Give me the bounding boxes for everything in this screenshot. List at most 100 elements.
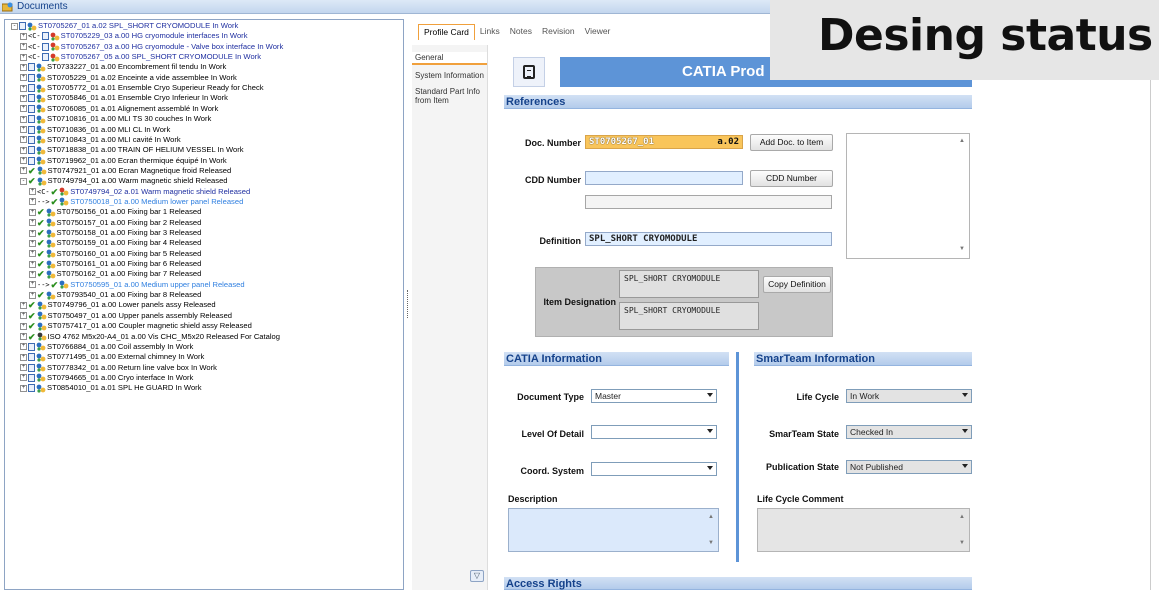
tree-row[interactable]: + ST0854010_01 a.01 SPL He GUARD In Work: [20, 383, 202, 393]
cdd-extra-field[interactable]: [585, 195, 832, 209]
expand-icon[interactable]: +: [29, 281, 36, 289]
expand-icon[interactable]: +: [20, 84, 27, 92]
nav-scroll-down-icon[interactable]: ▽: [470, 570, 484, 582]
expand-icon[interactable]: +: [20, 301, 27, 309]
item-designation-field-1[interactable]: SPL_SHORT CRYOMODULE: [619, 270, 759, 298]
expand-icon[interactable]: +: [29, 291, 36, 299]
right-scrollbar[interactable]: [1150, 80, 1159, 590]
tree-row[interactable]: + ✔ ST0750157_01 a.00 Fixing bar 2 Release…: [29, 218, 201, 228]
expand-icon[interactable]: +: [20, 32, 27, 40]
add-doc-to-item-button[interactable]: Add Doc. to Item: [750, 134, 833, 151]
coord-system-select[interactable]: [591, 462, 717, 476]
tab-viewer[interactable]: Viewer: [580, 24, 616, 40]
tree-row[interactable]: + <C- ✔ ST0749794_02 a.01 Warm magnetic shi…: [29, 187, 250, 197]
tree-row[interactable]: + ST0733227_01 a.00 Encombrement fil tend…: [20, 62, 226, 72]
expand-icon[interactable]: +: [20, 63, 27, 71]
expand-icon[interactable]: +: [20, 115, 27, 123]
tree-row[interactable]: + ST0710843_01 a.00 MLI cavité In Work: [20, 135, 181, 145]
tree-row[interactable]: + ✔ ST0757417_01 a.00 Coupler magnetic shi…: [20, 321, 252, 331]
tree-row[interactable]: + ✔ ST0793540_01 a.00 Fixing bar 8 Release…: [29, 290, 201, 300]
expand-icon[interactable]: +: [29, 270, 36, 278]
splitter-handle[interactable]: [407, 290, 409, 318]
tree-row[interactable]: + ST0718838_01 a.00 TRAIN OF HELIUM VESSE…: [20, 145, 244, 155]
tree-row[interactable]: + ST0766884_01 a.00 Coil assembly In Work: [20, 342, 193, 352]
expand-icon[interactable]: +: [20, 322, 27, 330]
tree-row[interactable]: + ST0771495_01 a.00 External chimney In W…: [20, 352, 204, 362]
expand-icon[interactable]: +: [20, 94, 27, 102]
tab-notes[interactable]: Notes: [505, 24, 537, 40]
tree-row[interactable]: + ST0794665_01 a.00 Cryo interface In Wor…: [20, 373, 193, 383]
expand-icon[interactable]: +: [20, 157, 27, 165]
tree-row[interactable]: + ✔ ST0750158_01 a.00 Fixing bar 3 Release…: [29, 228, 201, 238]
expand-icon[interactable]: +: [29, 239, 36, 247]
tab-links[interactable]: Links: [475, 24, 505, 40]
tree-row[interactable]: + ✔ ISO 4762 M5x20-A4_01 a.00 Vis CHC_M5x2…: [20, 332, 280, 342]
nav-item-standard-part-info-from-item[interactable]: Standard Part Info from Item: [412, 86, 487, 106]
tree-row[interactable]: + ✔ ST0749796_01 a.00 Lower panels assy Re…: [20, 300, 216, 310]
doc-number-field[interactable]: ST0705267_01 a.02: [585, 135, 743, 149]
expand-icon[interactable]: +: [20, 43, 27, 51]
tab-profile-card[interactable]: Profile Card: [418, 24, 475, 40]
tree-row[interactable]: + ✔ ST0750162_01 a.00 Fixing bar 7 Release…: [29, 269, 201, 279]
tree-row[interactable]: + ✔ ST0750156_01 a.00 Fixing bar 1 Release…: [29, 207, 201, 217]
expand-icon[interactable]: +: [29, 198, 36, 206]
tree-row[interactable]: + ST0710816_01 a.00 MLI TS 30 couches In …: [20, 114, 211, 124]
collapse-icon[interactable]: -: [11, 22, 18, 30]
expand-icon[interactable]: +: [20, 126, 27, 133]
copy-definition-button[interactable]: Copy Definition: [763, 276, 831, 293]
tree-row[interactable]: - ✔ ST0749794_01 a.00 Warm magnetic shield…: [20, 176, 228, 186]
life-cycle-comment-field[interactable]: ▲ ▼: [757, 508, 970, 552]
expand-icon[interactable]: +: [20, 364, 27, 372]
tree-row[interactable]: + ST0778342_01 a.00 Return line valve box…: [20, 363, 217, 373]
cdd-number-button[interactable]: CDD Number: [750, 170, 833, 187]
expand-icon[interactable]: +: [20, 353, 27, 361]
expand-icon[interactable]: +: [20, 105, 27, 113]
document-tree[interactable]: - ST0705267_01 a.02 SPL_SHORT CRYOMODULE …: [4, 19, 404, 590]
expand-icon[interactable]: +: [29, 188, 36, 196]
tree-row[interactable]: + ✔ ST0750497_01 a.00 Upper panels assembl…: [20, 311, 232, 321]
nav-item-general[interactable]: General: [412, 52, 487, 65]
tree-row[interactable]: + --> ✔ ST0750018_01 a.00 Medium lower pane…: [29, 197, 243, 207]
tree-row[interactable]: + <C- ST0705229_03 a.00 HG cryomodule inte…: [20, 31, 248, 41]
tree-row[interactable]: + ST0706085_01 a.01 Alignement assemblé I…: [20, 104, 218, 114]
tree-row[interactable]: + ✔ ST0750160_01 a.00 Fixing bar 5 Release…: [29, 249, 201, 259]
tree-row[interactable]: + ✔ ST0750161_01 a.00 Fixing bar 6 Release…: [29, 259, 201, 269]
tree-row[interactable]: + ST0705229_01 a.02 Enceinte a vide assem…: [20, 73, 237, 83]
tree-row[interactable]: + ST0705846_01 a.01 Ensemble Cryo Inferie…: [20, 93, 228, 103]
collapse-icon[interactable]: -: [20, 177, 27, 185]
expand-icon[interactable]: +: [20, 146, 27, 154]
nav-item-system-information[interactable]: System Information: [412, 70, 487, 81]
expand-icon[interactable]: +: [20, 374, 27, 382]
expand-icon[interactable]: +: [20, 136, 27, 144]
tree-row[interactable]: + <C- ST0705267_05 a.00 SPL_SHORT CRYOMODU…: [20, 52, 261, 62]
references-notes-box[interactable]: ▲ ▼: [846, 133, 970, 259]
tab-revision[interactable]: Revision: [537, 24, 580, 40]
item-designation-field-2[interactable]: SPL_SHORT CRYOMODULE: [619, 302, 759, 330]
expand-icon[interactable]: +: [20, 384, 27, 392]
tree-row[interactable]: + <C- ST0705267_03 a.00 HG cryomodule - Va…: [20, 42, 283, 52]
tree-row[interactable]: + --> ✔ ST0750595_01 a.00 Medium upper pane…: [29, 280, 245, 290]
life-cycle-select[interactable]: In Work: [846, 389, 972, 403]
tree-row[interactable]: + ✔ ST0750159_01 a.00 Fixing bar 4 Release…: [29, 238, 201, 248]
document-type-select[interactable]: Master: [591, 389, 717, 403]
description-field[interactable]: ▲ ▼: [508, 508, 719, 552]
definition-field[interactable]: SPL_SHORT CRYOMODULE: [585, 232, 832, 246]
expand-icon[interactable]: +: [29, 229, 36, 237]
tree-row[interactable]: + ✔ ST0747921_01 a.00 Ecran Magnetique fro…: [20, 166, 231, 176]
tree-row[interactable]: + ST0719962_01 a.00 Ecran thermique équip…: [20, 156, 227, 166]
smarteam-state-select[interactable]: Checked In: [846, 425, 972, 439]
cdd-number-field[interactable]: [585, 171, 743, 185]
expand-icon[interactable]: +: [20, 53, 27, 61]
level-of-detail-select[interactable]: [591, 425, 717, 439]
expand-icon[interactable]: +: [29, 219, 36, 227]
publication-state-select[interactable]: Not Published: [846, 460, 972, 474]
expand-icon[interactable]: +: [20, 74, 27, 82]
expand-icon[interactable]: +: [20, 312, 27, 320]
expand-icon[interactable]: +: [29, 208, 36, 216]
expand-icon[interactable]: +: [20, 343, 27, 351]
expand-icon[interactable]: +: [29, 250, 36, 258]
tree-row[interactable]: + ST0710836_01 a.00 MLI CL In Work: [20, 125, 170, 135]
expand-icon[interactable]: +: [20, 333, 27, 340]
expand-icon[interactable]: +: [29, 260, 36, 268]
tree-row[interactable]: - ST0705267_01 a.02 SPL_SHORT CRYOMODULE …: [11, 21, 238, 31]
